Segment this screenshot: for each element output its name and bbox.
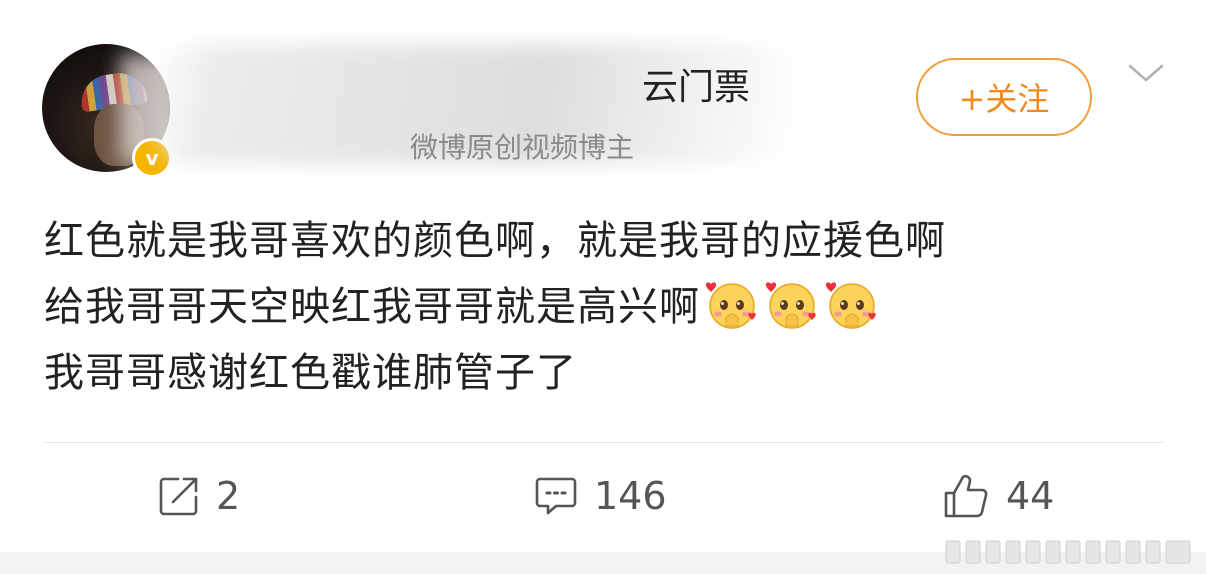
post-line-1: 红色就是我哥喜欢的颜色啊，就是我哥的应援色啊: [44, 218, 946, 264]
post-line-2: 给我哥哥天空映红我哥哥就是高兴啊: [44, 274, 1144, 340]
hearts-blush-emoji-icon: [705, 282, 756, 329]
weibo-post-card: v 某某某某某某某某某某某某云门票 微博原创视频博主 +关注 红色就是我哥喜欢的…: [0, 0, 1206, 574]
username-visible-part: 云门票: [642, 67, 751, 108]
watermark-pattern-icon: [945, 540, 1191, 564]
user-subtitle: 微博原创视频博主: [410, 131, 635, 164]
comment-count: 146: [594, 474, 667, 518]
username-redacted-part: 某某某某某某某某某某某某: [210, 67, 642, 108]
repost-count: 2: [216, 474, 241, 518]
post-line-2-text: 给我哥哥天空映红我哥哥就是高兴啊: [44, 284, 700, 330]
like-count: 44: [1006, 474, 1055, 518]
divider: [42, 442, 1165, 443]
post-content: 红色就是我哥喜欢的颜色啊，就是我哥的应援色啊 给我哥哥天空映红我哥哥就是高兴啊: [44, 208, 1144, 406]
hearts-blush-emoji-icon: [765, 282, 816, 329]
comment-button[interactable]: 146: [534, 470, 667, 522]
post-line-3: 我哥哥感谢红色戳谁肺管子了: [44, 350, 577, 396]
follow-button[interactable]: +关注: [916, 58, 1092, 136]
hearts-blush-emoji-icon: [825, 282, 876, 329]
thumbs-up-icon: [944, 474, 988, 518]
comment-icon: [535, 477, 577, 515]
username[interactable]: 某某某某某某某某某某某某云门票: [210, 58, 750, 110]
repost-button[interactable]: 2: [158, 470, 240, 522]
chevron-down-icon[interactable]: [1128, 58, 1164, 88]
repost-icon: [159, 477, 198, 516]
like-button[interactable]: 44: [942, 470, 1054, 522]
